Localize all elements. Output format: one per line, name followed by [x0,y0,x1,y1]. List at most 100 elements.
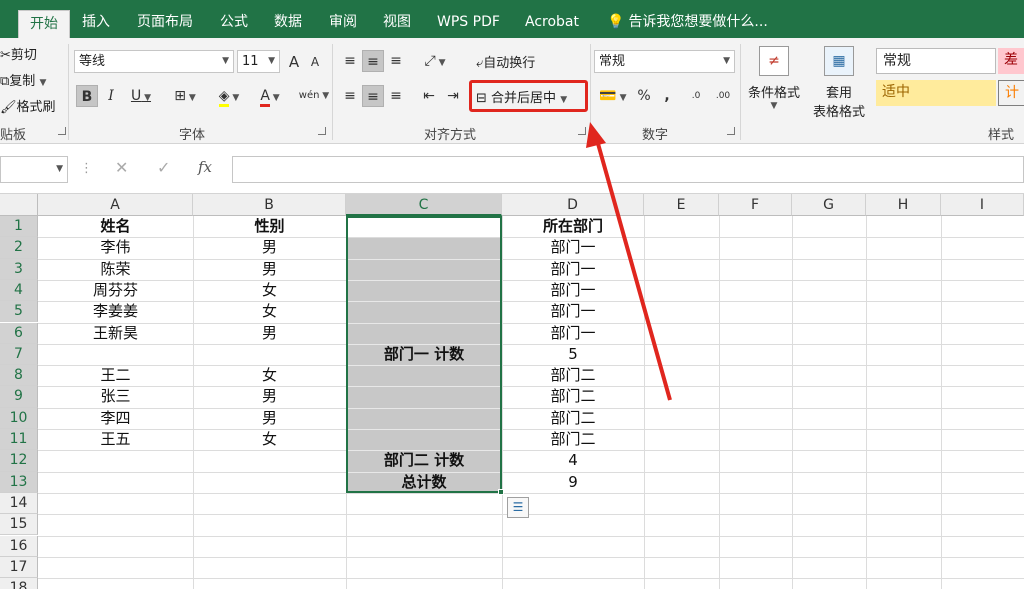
underline-button[interactable]: U ▼ [124,85,158,107]
row-header-13[interactable]: 13 [0,471,38,493]
cell-b8[interactable]: 女 [193,365,346,386]
row-header-18[interactable]: 18 [0,578,38,589]
row-header-12[interactable]: 12 [0,450,38,472]
number-format-dropdown[interactable]: 常规 ▼ [594,50,735,73]
enter-icon[interactable]: ✓ [157,158,170,177]
row-header-7[interactable]: 7 [0,343,38,366]
number-launcher-icon[interactable] [727,127,735,135]
decrease-indent-icon[interactable]: ⇤ [418,85,440,107]
cell-a8[interactable]: 王二 [38,365,193,386]
increase-decimal-button[interactable]: .0 [684,85,708,107]
cell-d4[interactable]: 部门一 [502,280,644,301]
column-header-c[interactable]: C [346,194,502,216]
fill-color-button[interactable]: ◈ ▼ [210,85,248,107]
cell-a5[interactable]: 李姜姜 [38,301,193,322]
tab-review[interactable]: 审阅 [318,9,368,38]
column-header-e[interactable]: E [644,194,719,216]
tab-formulas[interactable]: 公式 [209,9,259,38]
cell-c13[interactable]: 总计数 [346,472,502,493]
row-header-10[interactable]: 10 [0,407,38,429]
row-header-3[interactable]: 3 [0,258,38,280]
column-header-h[interactable]: H [866,194,941,216]
tab-acrobat[interactable]: Acrobat [514,9,590,38]
quick-analysis-button[interactable]: ☰ [507,497,529,518]
cell-d1[interactable]: 所在部门 [502,216,644,237]
tab-home[interactable]: 开始 [18,10,70,38]
row-header-8[interactable]: 8 [0,365,38,387]
grow-font-button[interactable]: A [285,51,303,73]
row-header-14[interactable]: 14 [0,492,38,515]
cell-a10[interactable]: 李四 [38,408,193,429]
conditional-format-button[interactable]: ≠ 条件格式 ▼ [745,46,803,111]
cell-a3[interactable]: 陈荣 [38,259,193,280]
align-bottom-icon[interactable]: ≡ [386,50,406,72]
copy-button[interactable]: ⧉复制 ▼ [0,70,46,89]
tab-data[interactable]: 数据 [263,9,313,38]
tab-wps-pdf[interactable]: WPS PDF [426,9,511,38]
cell-b4[interactable]: 女 [193,280,346,301]
cell-a6[interactable]: 王新昊 [38,323,193,344]
cell-a4[interactable]: 周芬芬 [38,280,193,301]
cell-b11[interactable]: 女 [193,429,346,450]
font-color-button[interactable]: A ▼ [251,85,289,107]
cell-a2[interactable]: 李伟 [38,237,193,258]
cell-d9[interactable]: 部门二 [502,386,644,407]
column-header-d[interactable]: D [502,194,644,216]
cell-d3[interactable]: 部门一 [502,259,644,280]
row-header-11[interactable]: 11 [0,429,38,451]
style-calculation[interactable]: 计 [998,80,1024,106]
font-size-dropdown[interactable]: 11 ▼ [237,50,280,73]
column-header-g[interactable]: G [792,194,866,216]
worksheet-grid[interactable]: A B C D E F G H I 1 2 3 4 5 6 7 8 9 10 11 12 13 14 15 16 17 18 ☰ 姓名性… [0,194,1024,589]
cell-b10[interactable]: 男 [193,408,346,429]
currency-button[interactable]: 💳 ▼ [596,85,630,107]
increase-indent-icon[interactable]: ⇥ [442,85,464,107]
cell-b9[interactable]: 男 [193,386,346,407]
borders-button[interactable]: ⊞ ▼ [166,85,204,107]
alignment-launcher-icon[interactable] [578,127,586,135]
cell-a11[interactable]: 王五 [38,429,193,450]
row-header-9[interactable]: 9 [0,386,38,408]
font-launcher-icon[interactable] [318,127,326,135]
cell-b2[interactable]: 男 [193,237,346,258]
cut-button[interactable]: ✂剪切 [0,44,37,63]
align-top-icon[interactable]: ≡ [340,50,360,72]
italic-button[interactable]: I [101,85,121,107]
style-neutral[interactable]: 适中 [876,80,996,106]
cell-d12[interactable]: 4 [502,450,644,471]
format-painter-button[interactable]: 🖌格式刷 [0,96,56,115]
column-header-b[interactable]: B [193,194,346,216]
column-header-a[interactable]: A [38,194,193,216]
tab-insert[interactable]: 插入 [71,9,121,38]
align-right-icon[interactable]: ≡ [386,85,406,107]
row-header-17[interactable]: 17 [0,556,38,579]
cell-b3[interactable]: 男 [193,259,346,280]
cell-a9[interactable]: 张三 [38,386,193,407]
comma-button[interactable]: , [658,85,676,107]
font-name-dropdown[interactable]: 等线 ▼ [74,50,234,73]
cell-d2[interactable]: 部门一 [502,237,644,258]
name-box[interactable]: ▼ [0,156,68,183]
bold-button[interactable]: B [76,85,98,107]
cell-d6[interactable]: 部门一 [502,323,644,344]
wrap-text-button[interactable]: ⤶自动换行 [476,52,535,71]
style-normal[interactable]: 常规 [876,48,996,74]
row-header-15[interactable]: 15 [0,514,38,536]
cell-b5[interactable]: 女 [193,301,346,322]
column-header-f[interactable]: F [719,194,792,216]
cell-d10[interactable]: 部门二 [502,408,644,429]
column-header-i[interactable]: I [941,194,1024,216]
row-header-2[interactable]: 2 [0,237,38,259]
cell-d11[interactable]: 部门二 [502,429,644,450]
cell-c7[interactable]: 部门一 计数 [346,344,502,365]
row-header-16[interactable]: 16 [0,535,38,557]
tab-view[interactable]: 视图 [372,9,422,38]
select-all-corner[interactable] [0,194,38,216]
row-header-1[interactable]: 1 [0,216,38,238]
insert-function-icon[interactable]: fx [198,158,212,176]
row-header-5[interactable]: 5 [0,301,38,323]
cell-d7[interactable]: 5 [502,344,644,365]
cell-d5[interactable]: 部门一 [502,301,644,322]
phonetic-button[interactable]: wén ▼ [295,85,333,107]
tab-page-layout[interactable]: 页面布局 [126,9,204,38]
